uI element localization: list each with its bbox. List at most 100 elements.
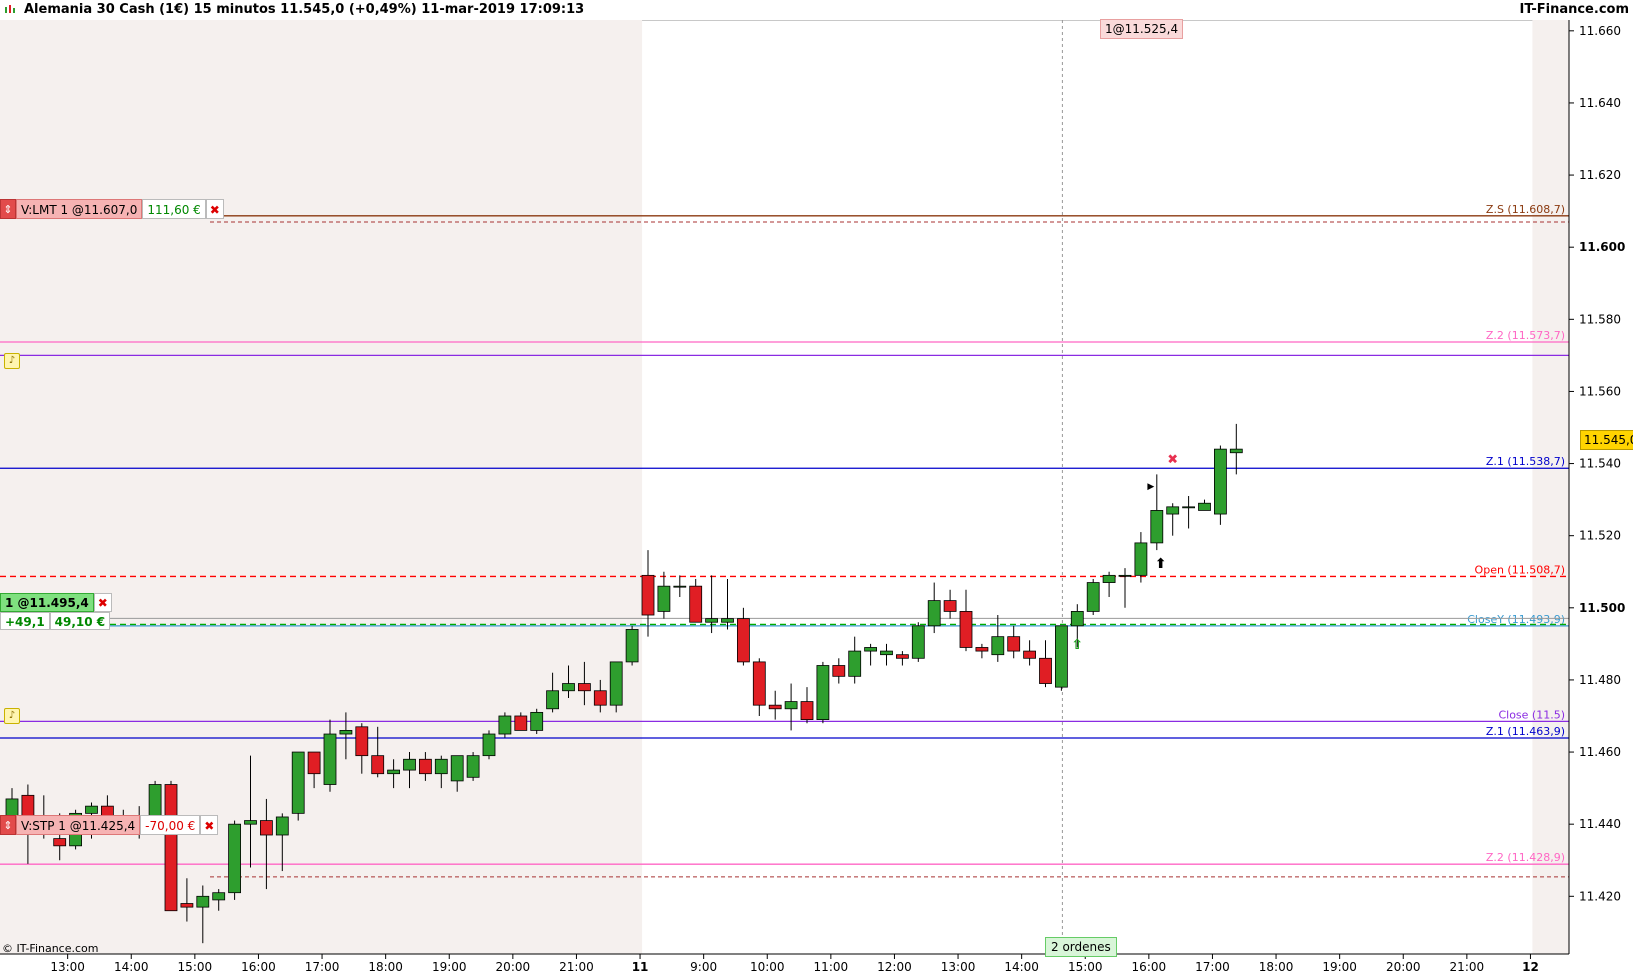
x-tick-label: 18:00	[368, 960, 403, 974]
candle-body	[403, 758, 416, 771]
candle-body	[259, 820, 273, 836]
candle	[1134, 532, 1148, 583]
candle-body	[1198, 502, 1211, 511]
candle	[641, 550, 655, 637]
candle-body	[609, 661, 623, 706]
y-tick-label: 11.520	[1579, 529, 1621, 543]
x-tick-label: 9:00	[690, 960, 717, 974]
candle	[752, 658, 766, 716]
level-label: Z.S (11.608,7)	[1486, 203, 1565, 216]
price-chart[interactable]: Z.S (11.608,7) Z.2 (11.573,7) Z.1 (11.538,…	[0, 0, 1633, 976]
candle	[832, 658, 846, 684]
candle	[864, 643, 877, 666]
x-tick-label: 12:00	[877, 960, 912, 974]
alert-bell-icon[interactable]: ♪	[4, 353, 20, 369]
candle-body	[832, 665, 846, 677]
x-tick-label: 11:00	[814, 960, 849, 974]
candle-body	[1118, 574, 1132, 577]
candle-body	[339, 730, 353, 735]
candle-body	[418, 758, 432, 775]
x-tick-label: 12	[1522, 960, 1539, 974]
candle-body	[1182, 506, 1195, 509]
subheader: Precio Ordenes recientemente ejecutadas	[1, 20, 261, 37]
next-session-shading	[1532, 20, 1569, 954]
x-tick-label: 21:00	[1450, 960, 1485, 974]
x-tick-label: 19:00	[432, 960, 467, 974]
y-tick-label: 11.580	[1579, 312, 1621, 326]
candle-body	[641, 574, 655, 616]
level-label: Z.2 (11.573,7)	[1486, 329, 1565, 342]
x-tick-label: 10:00	[750, 960, 785, 974]
stop-order-label[interactable]: V:STP 1 @11.425,4	[16, 815, 141, 835]
limit-order-amount: 111,60 €	[142, 199, 206, 219]
candle-body	[323, 733, 337, 785]
candle	[244, 755, 257, 868]
precio-tab[interactable]: Precio	[1, 20, 44, 37]
candle-body	[959, 611, 973, 648]
candle	[530, 708, 544, 735]
candle	[1182, 496, 1195, 529]
candle-body	[911, 625, 925, 659]
candle-body	[816, 665, 830, 720]
orders-count-badge[interactable]: 2 ordenes	[1045, 937, 1117, 957]
candle-body	[784, 701, 798, 710]
candle	[371, 726, 385, 778]
y-tick-label: 11.420	[1579, 889, 1621, 903]
candle	[307, 751, 321, 789]
candle	[593, 679, 607, 713]
stop-order-tag[interactable]: ⇕ V:STP 1 @11.425,4 -70,00 € ✖	[0, 815, 219, 835]
candle	[323, 719, 337, 792]
candle	[259, 798, 273, 890]
alert-bell-icon[interactable]: ♪	[4, 708, 20, 724]
candle	[1007, 625, 1021, 659]
position-label[interactable]: 1 @11.495,4	[0, 593, 94, 612]
limit-order-tag[interactable]: ⇕ V:LMT 1 @11.607,0 111,60 € ✖	[0, 199, 224, 219]
candle-body	[673, 585, 687, 588]
candle	[514, 712, 528, 731]
candle	[450, 755, 464, 792]
candle-body	[53, 838, 67, 847]
candle-body	[657, 585, 671, 612]
candle-body	[371, 755, 385, 775]
candle-body	[1039, 657, 1052, 684]
y-tick-label: 11.440	[1579, 817, 1621, 831]
drag-handle-icon[interactable]: ⇕	[0, 199, 16, 219]
candle	[673, 575, 687, 597]
candle	[1229, 423, 1243, 475]
x-tick-label: 21:00	[559, 960, 594, 974]
candle	[1166, 503, 1180, 536]
candle	[768, 690, 782, 720]
level-label: Z.1 (11.463,9)	[1486, 725, 1565, 738]
close-position-icon[interactable]: ✖	[93, 593, 112, 612]
limit-order-label[interactable]: V:LMT 1 @11.607,0	[16, 199, 143, 219]
drag-handle-icon[interactable]: ⇕	[0, 815, 16, 835]
cancel-limit-order-icon[interactable]: ✖	[205, 199, 224, 219]
x-tick-label: 13:00	[941, 960, 976, 974]
candle-body	[562, 683, 575, 692]
candle	[1039, 640, 1052, 688]
cancel-stop-order-icon[interactable]: ✖	[200, 815, 219, 835]
candle	[800, 687, 814, 724]
candle	[164, 780, 178, 912]
executed-order-badge[interactable]: 1@11.525,4	[1100, 19, 1184, 39]
x-tick-label: 14:00	[114, 960, 149, 974]
chart-title: Alemania 30 Cash (1€) 15 minutos 11.545,…	[24, 2, 585, 17]
x-tick-label: 11	[632, 960, 649, 974]
candle-body	[1007, 636, 1021, 652]
chart-window: Alemania 30 Cash (1€) 15 minutos 11.545,…	[0, 0, 1633, 976]
candle	[943, 589, 957, 619]
orders-tab[interactable]: Ordenes recientemente ejecutadas	[43, 20, 261, 37]
candle	[562, 665, 575, 698]
x-tick-label: 17:00	[305, 960, 340, 974]
x-tick-label: 18:00	[1259, 960, 1294, 974]
position-tag[interactable]: 1 @11.495,4 ✖ +49,1 49,10 €	[0, 593, 112, 630]
candle-body	[752, 661, 766, 706]
last-price-badge: 11.545,0	[1580, 430, 1633, 450]
candle-body	[514, 715, 528, 731]
candle	[880, 643, 893, 666]
candle-body	[1055, 625, 1068, 688]
candle	[498, 712, 512, 738]
previous-session-shading	[0, 20, 643, 954]
candle-body	[85, 805, 98, 814]
candle-body	[546, 690, 559, 710]
